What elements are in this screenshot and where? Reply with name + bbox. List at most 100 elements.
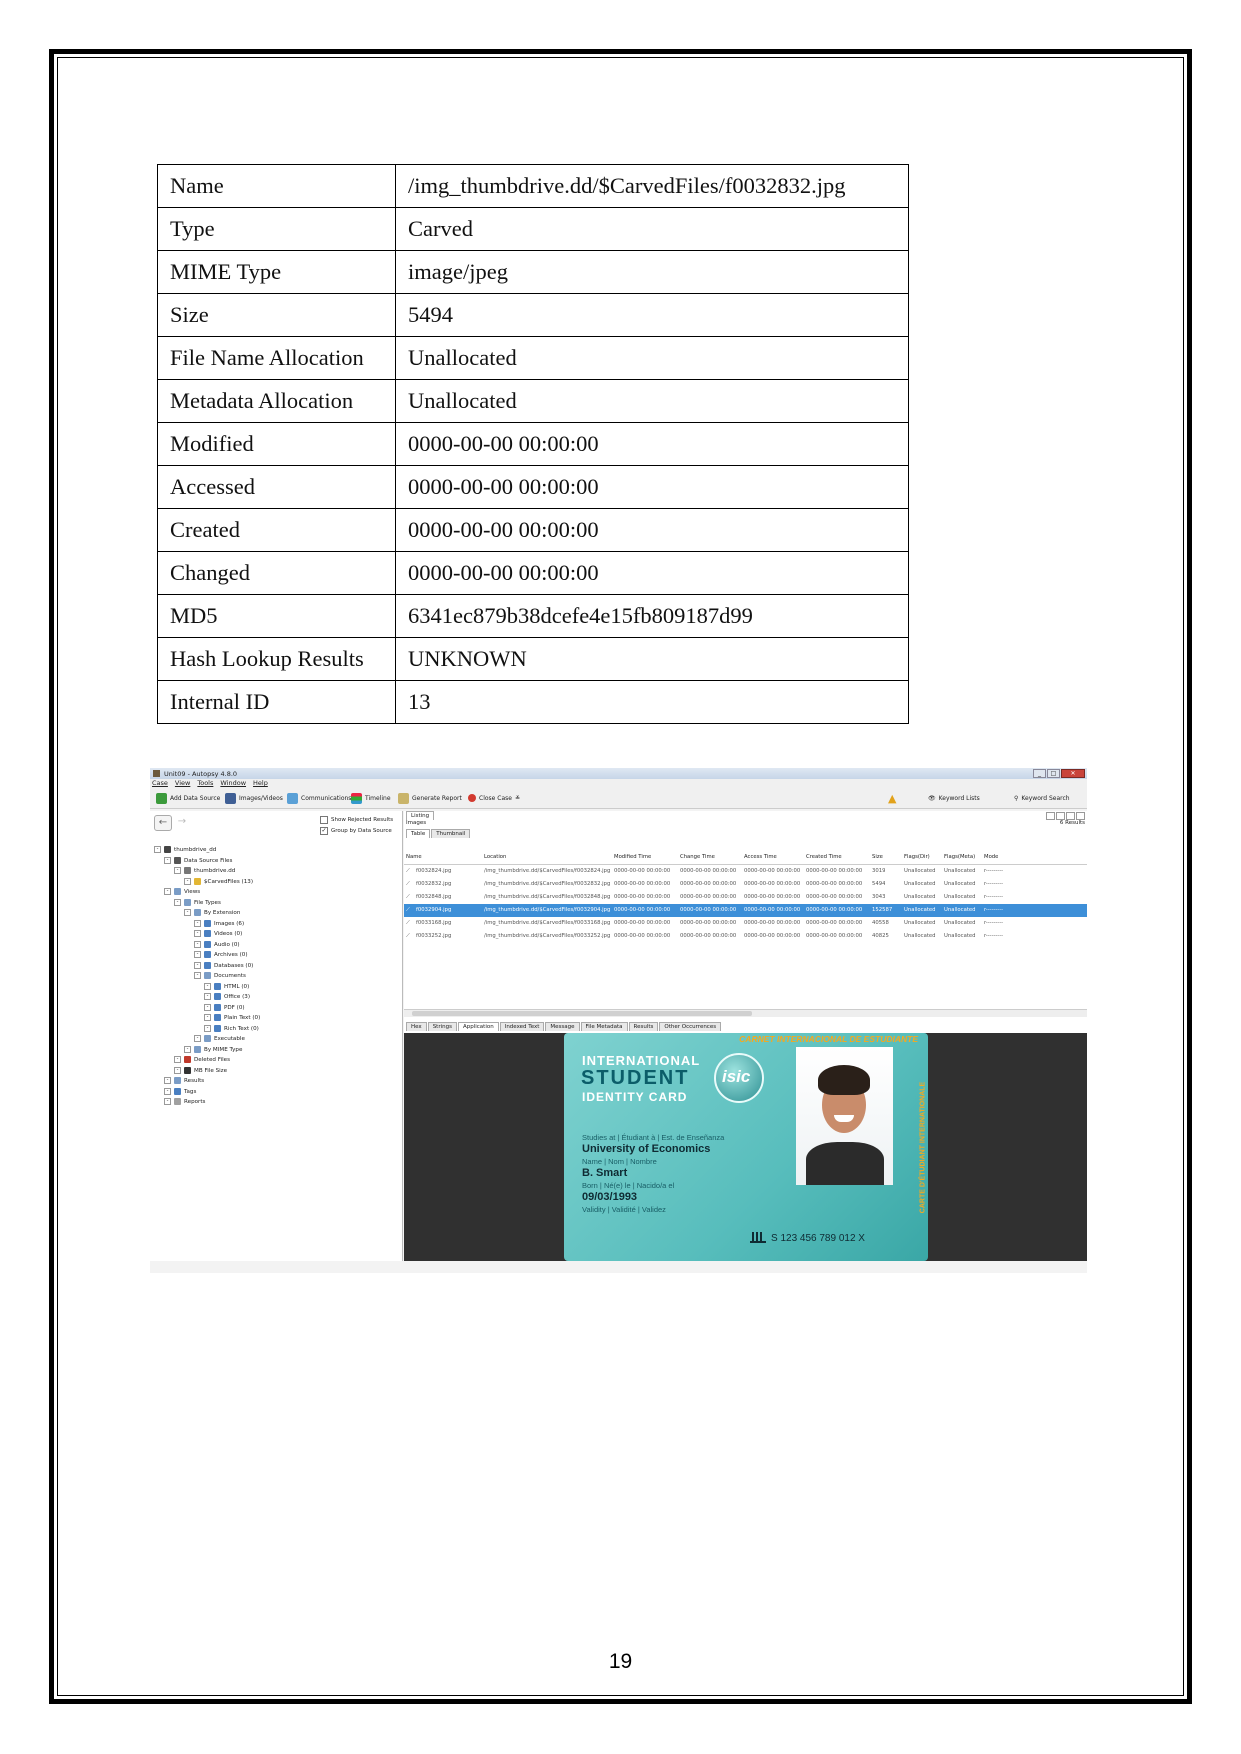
column-header[interactable]: Flags(Meta) <box>944 851 975 864</box>
table-row[interactable]: ⟋ f0032824.jpg/img_thumbdrive.dd/$CarvedF… <box>404 865 1087 878</box>
expand-toggle-icon[interactable]: - <box>194 919 201 927</box>
back-button[interactable]: ← <box>154 815 172 831</box>
menu-help[interactable]: Help <box>253 779 268 788</box>
expand-toggle-icon[interactable]: - <box>204 1003 211 1011</box>
maximize-button[interactable]: □ <box>1047 769 1060 778</box>
column-header[interactable]: Flags(Dir) <box>904 851 930 864</box>
tree-node[interactable]: - Executable <box>154 1034 260 1045</box>
warning-indicator[interactable]: ▲ <box>888 792 896 805</box>
prev-page-button[interactable] <box>1046 812 1055 820</box>
tree-node[interactable]: - PDF (0) <box>154 1003 260 1014</box>
expand-toggle-icon[interactable]: - <box>184 877 191 885</box>
tab-application[interactable]: Application <box>457 1022 499 1031</box>
expand-toggle-icon[interactable]: - <box>164 1077 171 1084</box>
tree-node[interactable]: - Archives (0) <box>154 950 260 961</box>
expand-toggle-icon[interactable]: - <box>194 951 201 958</box>
column-header[interactable]: Modified Time <box>614 851 651 864</box>
close-case-button[interactable]: Close Case ≚ <box>468 792 520 804</box>
menu-view[interactable]: View <box>175 779 190 788</box>
keyword-search-button[interactable]: ⚲ Keyword Search <box>1014 792 1070 804</box>
tree-node[interactable]: - Tags <box>154 1087 260 1098</box>
tree-node[interactable]: - File Types <box>154 898 260 909</box>
tree-node[interactable]: - Documents <box>154 971 260 982</box>
communications-button[interactable]: Communications <box>287 792 351 804</box>
table-row[interactable]: ⟋ f0032848.jpg/img_thumbdrive.dd/$CarvedF… <box>404 891 1087 904</box>
add-data-source-button[interactable]: Add Data Source <box>156 792 220 804</box>
expand-toggle-icon[interactable]: - <box>184 909 191 916</box>
timeline-button[interactable]: Timeline <box>351 792 391 804</box>
tree-node[interactable]: - By Extension <box>154 908 260 919</box>
tab-results[interactable]: Results <box>628 1022 659 1031</box>
expand-toggle-icon[interactable]: - <box>204 982 211 990</box>
expand-toggle-icon[interactable]: - <box>164 1098 171 1105</box>
expand-toggle-icon[interactable]: - <box>194 961 201 969</box>
expand-toggle-icon[interactable]: - <box>194 1035 201 1042</box>
tab-other-occurrences[interactable]: Other Occurrences <box>659 1022 722 1031</box>
expand-toggle-icon[interactable]: - <box>204 993 211 1000</box>
tree-node[interactable]: - HTML (0) <box>154 982 260 993</box>
next-page-button[interactable] <box>1056 812 1065 820</box>
expand-toggle-icon[interactable]: - <box>184 1045 191 1053</box>
tree-node[interactable]: - Videos (0) <box>154 929 260 940</box>
expand-toggle-icon[interactable]: - <box>164 856 171 864</box>
column-header[interactable]: Access Time <box>744 851 777 864</box>
table-row[interactable]: ⟋ f0032832.jpg/img_thumbdrive.dd/$CarvedF… <box>404 878 1087 891</box>
menu-case[interactable]: Case <box>152 779 168 788</box>
tab-strings[interactable]: Strings <box>427 1022 457 1031</box>
column-header[interactable]: Name <box>406 851 422 864</box>
menu-window[interactable]: Window <box>220 779 246 788</box>
column-header[interactable]: Location <box>484 851 506 864</box>
tree-node[interactable]: - Office (3) <box>154 992 260 1003</box>
minimize-button[interactable]: _ <box>1033 769 1046 778</box>
expand-toggle-icon[interactable]: - <box>174 1056 181 1063</box>
expand-toggle-icon[interactable]: - <box>194 930 201 937</box>
tab-thumbnail[interactable]: Thumbnail <box>431 829 471 838</box>
tree-node[interactable]: - Deleted Files <box>154 1055 260 1066</box>
table-row[interactable]: ⟋ f0033168.jpg/img_thumbdrive.dd/$CarvedF… <box>404 917 1087 930</box>
tab-file-metadata[interactable]: File Metadata <box>580 1022 628 1031</box>
tab-message[interactable]: Message <box>545 1022 580 1031</box>
tree-node[interactable]: - Audio (0) <box>154 940 260 951</box>
column-header[interactable]: Change Time <box>680 851 715 864</box>
tab-hex[interactable]: Hex <box>406 1022 427 1031</box>
tree-node[interactable]: - Reports <box>154 1097 260 1108</box>
tree-node[interactable]: - thumbdrive.dd <box>154 866 260 877</box>
show-rejected-checkbox[interactable]: Show Rejected Results <box>320 816 393 824</box>
maximize-panel-button[interactable] <box>1066 812 1075 820</box>
expand-toggle-icon[interactable]: - <box>174 867 181 874</box>
tab-table[interactable]: Table <box>406 829 431 838</box>
generate-report-button[interactable]: Generate Report <box>398 792 462 804</box>
expand-toggle-icon[interactable]: - <box>164 888 171 895</box>
tree-node[interactable]: - thumbdrive_dd <box>154 845 260 856</box>
tree-node[interactable]: - By MIME Type <box>154 1045 260 1056</box>
close-window-button[interactable]: ✕ <box>1061 769 1085 778</box>
expand-toggle-icon[interactable]: - <box>204 1024 211 1032</box>
expand-toggle-icon[interactable]: - <box>174 1066 181 1074</box>
menu-tools[interactable]: Tools <box>197 779 213 788</box>
expand-toggle-icon[interactable]: - <box>204 1014 211 1021</box>
scrollbar-thumb[interactable] <box>412 1011 752 1016</box>
tree-node[interactable]: - Databases (0) <box>154 961 260 972</box>
tree-node[interactable]: - Plain Text (0) <box>154 1013 260 1024</box>
tree-node[interactable]: - Views <box>154 887 260 898</box>
tree-node[interactable]: - MB File Size <box>154 1066 260 1077</box>
tree-node[interactable]: - Results <box>154 1076 260 1087</box>
expand-toggle-icon[interactable]: - <box>194 972 201 979</box>
table-row[interactable]: ⟋ f0033252.jpg/img_thumbdrive.dd/$CarvedF… <box>404 930 1087 943</box>
images-videos-button[interactable]: Images/Videos <box>225 792 283 804</box>
tree-node[interactable]: - $CarvedFiles (13) <box>154 877 260 888</box>
group-by-source-checkbox[interactable]: ✓ Group by Data Source <box>320 827 392 835</box>
table-row[interactable]: ⟋ f0032904.jpg/img_thumbdrive.dd/$CarvedF… <box>404 904 1087 917</box>
column-header[interactable]: Size <box>872 851 883 864</box>
column-header[interactable]: Mode <box>984 851 998 864</box>
forward-button[interactable]: → <box>174 815 190 829</box>
restore-panel-button[interactable] <box>1076 812 1085 820</box>
horizontal-scrollbar[interactable] <box>404 1009 1087 1017</box>
expand-toggle-icon[interactable]: - <box>164 1087 171 1095</box>
tab-indexed-text[interactable]: Indexed Text <box>499 1022 545 1031</box>
tree-node[interactable]: - Data Source Files <box>154 856 260 867</box>
tab-listing[interactable]: Listing <box>406 811 435 820</box>
expand-toggle-icon[interactable]: - <box>174 898 181 906</box>
column-header[interactable]: Created Time <box>806 851 842 864</box>
tree-node[interactable]: - Images (6) <box>154 919 260 930</box>
